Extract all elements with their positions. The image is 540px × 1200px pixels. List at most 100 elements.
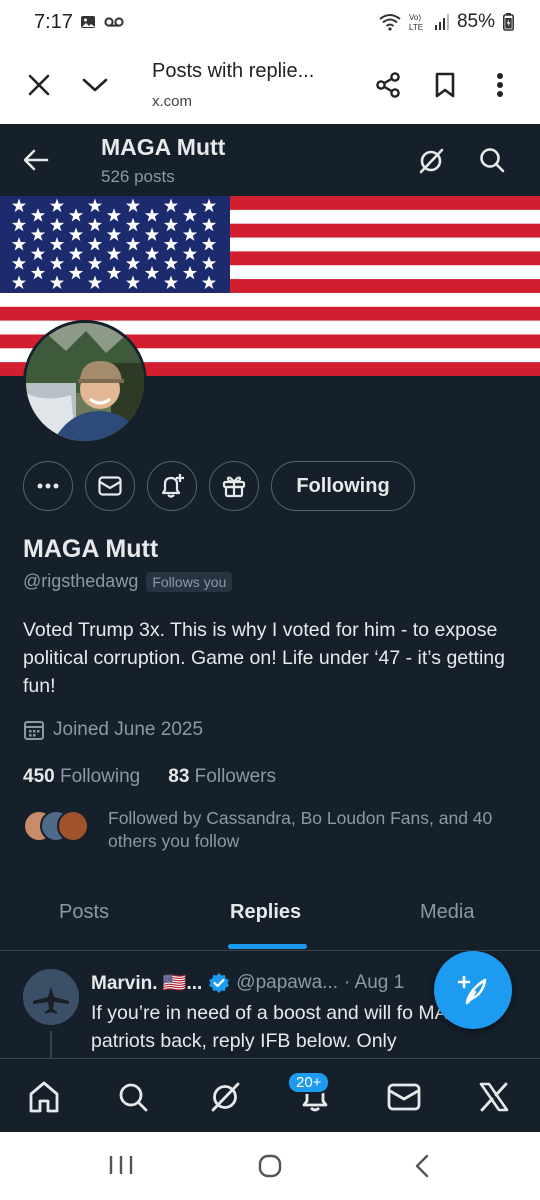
joined-date: Joined June 2025 [23, 719, 203, 741]
nav-home[interactable] [24, 1077, 64, 1117]
bookmark-button[interactable] [428, 68, 462, 102]
calendar-icon [24, 721, 44, 740]
profile-bio: Voted Trump 3x. This is why I voted for … [23, 619, 505, 697]
header-display-name: MAGA Mutt [101, 134, 226, 160]
compose-icon [457, 975, 487, 1005]
android-nav-bar [0, 1132, 540, 1200]
follower-avatars [23, 810, 95, 844]
status-notification-icons [80, 14, 124, 30]
nav-search[interactable] [113, 1077, 153, 1117]
followers-count-link[interactable]: 83 Followers [168, 766, 276, 788]
recent-apps-button[interactable] [108, 1154, 134, 1181]
share-icon [376, 72, 400, 98]
home-icon [29, 1081, 59, 1113]
compose-post-button[interactable] [434, 951, 512, 1029]
fighter-jet-avatar-image [23, 969, 79, 1025]
follows-you-badge: Follows you [146, 571, 233, 592]
following-button[interactable]: Following [271, 461, 415, 511]
profile-avatar[interactable] [23, 320, 147, 444]
bookmark-icon [435, 72, 455, 98]
more-vert-icon [497, 73, 503, 97]
grok-icon [419, 148, 444, 174]
search-icon [480, 148, 505, 173]
nav-messages[interactable] [384, 1077, 424, 1117]
handle-row: @rigsthedawg Follows you [23, 571, 233, 592]
x-app: MAGA Mutt 526 posts Following MAGA Mutt … [0, 124, 540, 1132]
gallery-icon [81, 16, 95, 28]
battery-icon [503, 13, 514, 31]
share-button[interactable] [371, 68, 405, 102]
page-url: x.com [152, 93, 193, 110]
gift-icon [222, 476, 246, 498]
verified-icon [209, 973, 230, 993]
following-count-link[interactable]: 450 Following [23, 766, 140, 788]
bottom-nav: 20+ [0, 1058, 540, 1132]
browser-custom-tab-bar: Posts with replie... x.com [0, 46, 540, 124]
header-post-count: 526 posts [101, 167, 175, 186]
x-logo-icon [479, 1082, 509, 1112]
followed-by-section[interactable]: Followed by Cassandra, Bo Loudon Fans, a… [23, 807, 523, 857]
follow-counts: 450 Following 83 Followers [23, 766, 276, 788]
notification-count-badge: 20+ [287, 1071, 331, 1094]
volte-icon: Vo)LTE [409, 13, 423, 32]
close-icon [28, 74, 50, 96]
more-button[interactable] [23, 461, 73, 511]
profile-handle: @rigsthedawg [23, 571, 139, 591]
followers-label: Followers [194, 766, 276, 787]
search-icon [119, 1083, 148, 1112]
followed-by-text: Followed by Cassandra, Bo Loudon Fans, a… [108, 808, 493, 851]
active-tab-indicator [228, 944, 307, 949]
status-system-icons: Vo) LTE 85% [379, 11, 514, 33]
grok-button[interactable] [416, 146, 446, 181]
tab-media[interactable]: Media [420, 901, 474, 924]
more-icon [37, 483, 59, 489]
profile-top-header: MAGA Mutt 526 posts [0, 124, 540, 196]
home-circle-icon [258, 1154, 282, 1178]
nav-x[interactable] [474, 1077, 514, 1117]
page-title: Posts with replie... [152, 60, 315, 82]
subscribe-button[interactable] [209, 461, 259, 511]
home-nav-button[interactable] [258, 1154, 282, 1183]
grok-icon [211, 1082, 240, 1112]
post-meta: Marvin. 🇺🇸... @papawa... · Aug 1 [91, 971, 404, 995]
signal-icon [434, 14, 449, 30]
search-button[interactable] [478, 146, 506, 179]
tab-replies[interactable]: Replies [230, 901, 301, 924]
message-button[interactable] [85, 461, 135, 511]
thread-line [50, 1031, 52, 1061]
svg-text:LTE: LTE [409, 23, 423, 32]
status-time: 7:17 [34, 11, 73, 33]
voicemail-icon [104, 17, 124, 27]
post-author-handle: @papawa... [236, 972, 338, 993]
back-chevron-icon [415, 1154, 429, 1178]
collapse-button[interactable] [78, 68, 112, 102]
profile-action-row: Following [23, 461, 523, 511]
wifi-icon [379, 14, 401, 31]
joined-text: Joined June 2025 [53, 719, 204, 740]
notifications-button[interactable] [147, 461, 197, 511]
notify-icon [161, 474, 184, 498]
following-count: 450 [23, 766, 55, 787]
status-bar: 7:17 Vo) LTE 85% [0, 0, 540, 46]
post-author-name[interactable]: Marvin. 🇺🇸... [91, 971, 202, 995]
mail-icon [98, 476, 122, 496]
follower-avatar [57, 810, 89, 842]
nav-grok[interactable] [205, 1077, 245, 1117]
close-button[interactable] [22, 68, 56, 102]
tab-posts[interactable]: Posts [59, 901, 109, 924]
followers-count: 83 [168, 766, 190, 787]
following-label: Following [59, 766, 141, 787]
back-nav-button[interactable] [412, 1154, 432, 1183]
chevron-down-icon [82, 78, 108, 92]
more-options-button[interactable] [483, 68, 517, 102]
back-arrow-icon [23, 149, 49, 171]
post-time: · Aug 1 [343, 972, 405, 993]
back-button[interactable] [22, 146, 50, 179]
post-author-avatar[interactable] [23, 969, 79, 1025]
mail-icon [387, 1083, 421, 1111]
profile-display-name: MAGA Mutt [23, 535, 159, 563]
recents-icon [109, 1156, 133, 1174]
profile-tabs: Posts Replies Media [0, 884, 540, 951]
svg-text:Vo): Vo) [409, 13, 421, 22]
battery-percent: 85% [456, 11, 495, 32]
